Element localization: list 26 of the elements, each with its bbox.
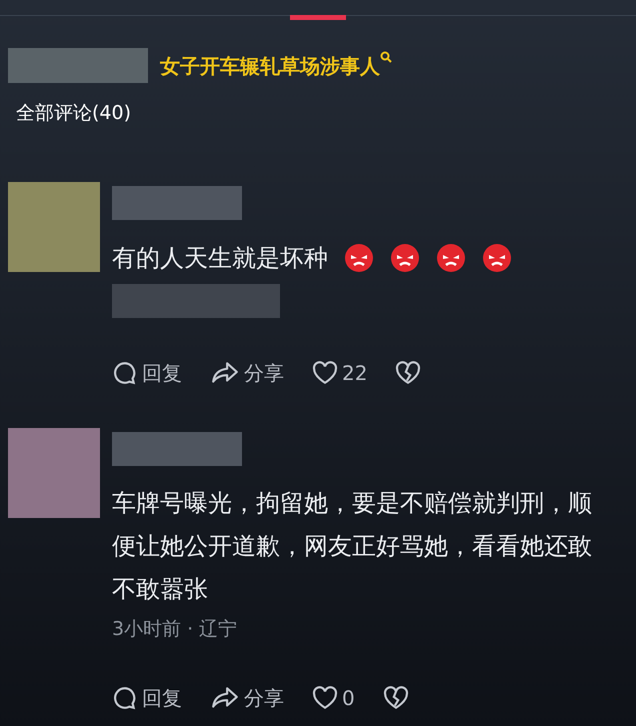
like-button[interactable]: 22 bbox=[312, 358, 368, 388]
like-button[interactable]: 0 bbox=[312, 683, 355, 713]
comments-heading: 全部评论(40) bbox=[15, 101, 132, 126]
angry-emoji-icon bbox=[436, 242, 466, 272]
comment-text: 有的人天生就是坏种 bbox=[112, 242, 328, 274]
comment-bubble-icon bbox=[112, 685, 138, 711]
share-arrow-icon bbox=[210, 360, 240, 386]
broken-heart-icon bbox=[382, 686, 409, 710]
avatar[interactable] bbox=[8, 182, 100, 272]
broken-heart-icon bbox=[395, 360, 422, 384]
angry-emoji-icon bbox=[390, 242, 420, 272]
avatar[interactable] bbox=[8, 428, 100, 518]
share-button[interactable]: 分享 bbox=[210, 358, 284, 388]
share-button[interactable]: 分享 bbox=[210, 683, 284, 713]
comment-meta: 3小时前 · 辽宁 bbox=[112, 616, 238, 642]
search-suggestion-link[interactable]: 女子开车辗轧草场涉事人 bbox=[160, 50, 392, 80]
reply-button[interactable]: 回复 bbox=[112, 358, 182, 388]
angry-emoji-icon bbox=[482, 242, 512, 272]
drag-handle[interactable] bbox=[290, 15, 346, 20]
angry-emoji-icon bbox=[344, 242, 374, 272]
comment-text: 车牌号曝光，拘留她，要是不赔偿就判刑，顺便让她公开道歉，网友正好骂她，看看她还敢不敢嚣张 bbox=[112, 488, 593, 604]
search-icon bbox=[380, 50, 392, 62]
comment-bubble-icon bbox=[112, 360, 138, 386]
dislike-button[interactable] bbox=[382, 686, 409, 710]
reply-button[interactable]: 回复 bbox=[112, 683, 182, 713]
dislike-button[interactable] bbox=[395, 360, 422, 384]
